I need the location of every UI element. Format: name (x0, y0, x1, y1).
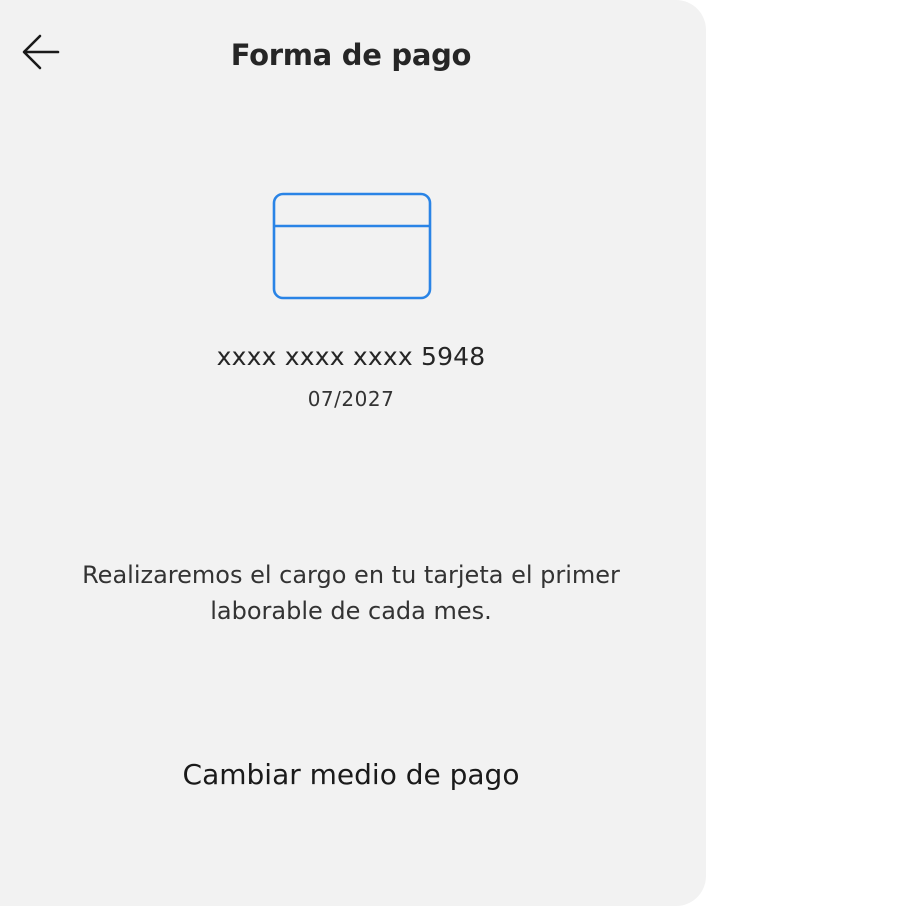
charge-info-text: Realizaremos el cargo en tu tarjeta el p… (82, 561, 620, 625)
page-title: Forma de pago (230, 38, 472, 72)
card-expiry-date: 07/2027 (307, 387, 395, 411)
credit-card-icon (272, 192, 432, 300)
card-number: xxxx xxxx xxxx 5948 (216, 342, 486, 371)
change-payment-method-button[interactable]: Cambiar medio de pago (0, 758, 702, 791)
payment-method-panel: Forma de pago xxxx xxxx xxxx 5948 07/202… (0, 0, 706, 906)
